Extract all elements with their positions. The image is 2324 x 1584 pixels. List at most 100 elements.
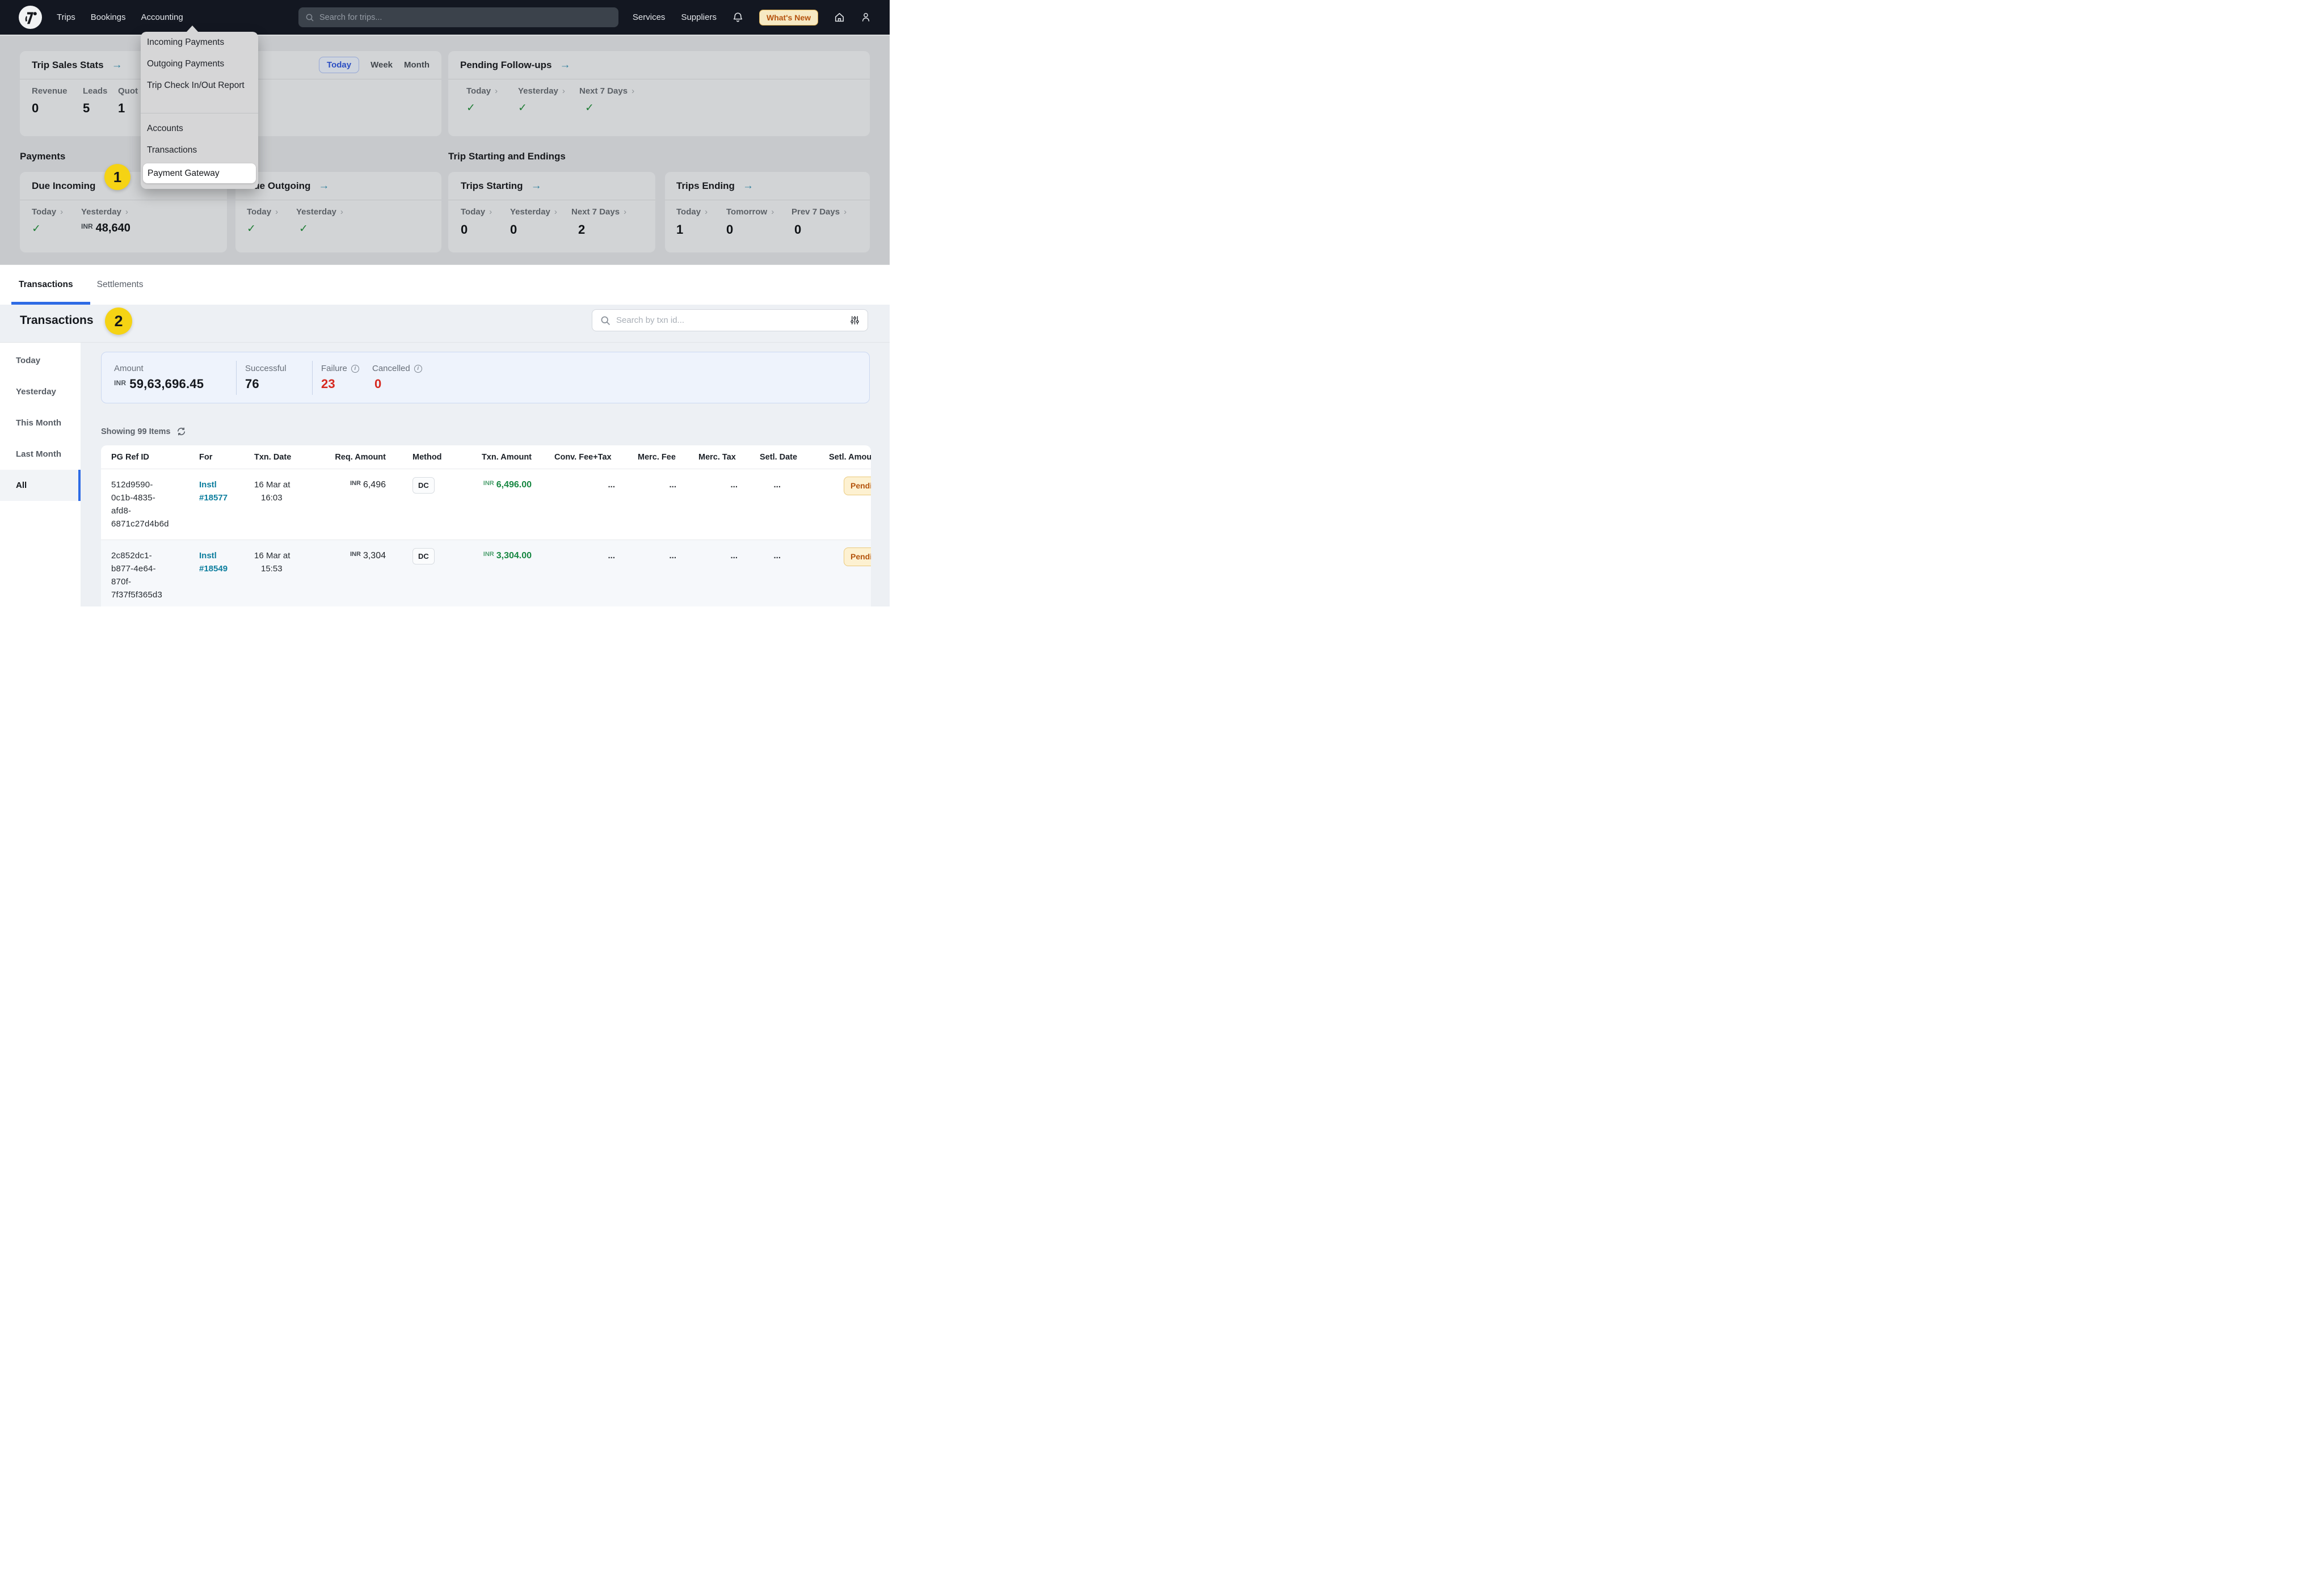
cell-merc-tax: ... [698, 478, 760, 491]
summary-card: Amount INR59,63,696.45 Successful 76 Fai… [101, 352, 870, 403]
currency-label: INR [483, 480, 494, 487]
transactions-section: Transactions 2 [0, 305, 890, 606]
col-header-method: Method [407, 453, 478, 462]
home-icon[interactable] [834, 12, 845, 23]
link-label[interactable]: Yesterday [81, 207, 121, 217]
count-value: 1 [676, 222, 726, 237]
check-icon: ✓ [32, 222, 81, 235]
trips-starting-next7days[interactable]: Next 7 Days› 2 [571, 207, 626, 237]
arrow-right-icon[interactable]: → [531, 180, 542, 192]
pg-ref-line: 6871c27d4b6d [111, 517, 199, 530]
followups-next7days[interactable]: Next 7 Days› ✓ [579, 86, 634, 115]
sidebar-item-all[interactable]: All [0, 470, 81, 501]
range-tab-week[interactable]: Week [371, 60, 393, 70]
menu-item-accounts[interactable]: Accounts [141, 118, 258, 140]
trips-starting-today[interactable]: Today› 0 [461, 207, 510, 237]
due-incoming-today[interactable]: Today› ✓ [32, 207, 81, 235]
link-label[interactable]: Today [32, 207, 56, 217]
trips-ending-today[interactable]: Today› 1 [676, 207, 726, 237]
followups-yesterday[interactable]: Yesterday› ✓ [518, 86, 579, 115]
trips-starting-yesterday[interactable]: Yesterday› 0 [510, 207, 571, 237]
filter-sliders-icon[interactable] [850, 315, 860, 325]
due-outgoing-yesterday[interactable]: Yesterday› ✓ [296, 207, 343, 235]
arrow-right-icon[interactable]: → [112, 59, 123, 71]
menu-item-outgoing-payments[interactable]: Outgoing Payments [141, 53, 258, 75]
cell-pg-ref-id: 512d9590- 0c1b-4835- afd8- 6871c27d4b6d [111, 478, 199, 530]
link-label[interactable]: Yesterday [518, 86, 558, 96]
summary-cancelled: Cancelledi 0 [372, 364, 422, 391]
sidebar-item-last-month[interactable]: Last Month [0, 439, 81, 470]
chevron-right-icon: › [771, 207, 774, 217]
info-icon[interactable]: i [351, 365, 359, 373]
link-label[interactable]: Today [461, 207, 485, 217]
link-label[interactable]: Prev 7 Days [791, 207, 840, 217]
link-label[interactable]: Tomorrow [726, 207, 767, 217]
link-label[interactable]: Today [466, 86, 491, 96]
cell-txn-amount: INR6,496.00 [478, 478, 554, 492]
pg-ref-line: 0c1b-4835- [111, 491, 199, 504]
arrow-right-icon[interactable]: → [318, 180, 329, 192]
nav-item-trips[interactable]: Trips [57, 12, 75, 22]
link-label[interactable]: Today [676, 207, 701, 217]
count-value: 0 [726, 222, 791, 237]
nav-item-suppliers[interactable]: Suppliers [681, 12, 717, 22]
table-row[interactable]: 2c852dc1- b877-4e64- 870f- 7f37f5f365d3 … [101, 540, 871, 606]
notifications-bell-icon[interactable] [732, 12, 743, 23]
sidebar-item-yesterday[interactable]: Yesterday [0, 376, 81, 407]
range-tab-month[interactable]: Month [404, 60, 430, 70]
arrow-right-icon[interactable]: → [559, 59, 570, 71]
pg-ref-line: 2c852dc1- [111, 549, 199, 562]
sidebar-item-this-month[interactable]: This Month [0, 407, 81, 439]
menu-item-transactions[interactable]: Transactions [141, 140, 258, 161]
trip-search-input[interactable] [319, 13, 612, 22]
trip-search-box[interactable] [298, 7, 618, 27]
tab-transactions[interactable]: Transactions [19, 280, 73, 290]
col-header-pg-ref-id: PG Ref ID [111, 453, 199, 462]
col-header-merc-fee: Merc. Fee [638, 453, 698, 462]
nav-item-services[interactable]: Services [633, 12, 666, 22]
link-label[interactable]: Next 7 Days [571, 207, 620, 217]
currency-label: INR [483, 551, 494, 558]
range-tab-today[interactable]: Today [319, 57, 359, 73]
link-label[interactable]: Today [247, 207, 271, 217]
col-header-conv-fee-tax: Conv. Fee+Tax [554, 453, 638, 462]
trips-ending-tomorrow[interactable]: Tomorrow › 0 [726, 207, 791, 237]
info-icon[interactable]: i [414, 365, 422, 373]
followups-today[interactable]: Today› ✓ [466, 86, 518, 115]
installment-link[interactable]: #18577 [199, 491, 254, 504]
installment-link[interactable]: Instl [199, 549, 254, 562]
due-incoming-yesterday[interactable]: Yesterday› INR48,640 [81, 207, 130, 235]
chevron-right-icon: › [125, 207, 128, 217]
link-label[interactable]: Yesterday [510, 207, 550, 217]
cell-txn-date: 16 Mar at 15:53 [254, 549, 334, 575]
arrow-right-icon[interactable]: → [743, 180, 753, 192]
tab-settlements[interactable]: Settlements [97, 280, 144, 290]
nav-item-bookings[interactable]: Bookings [91, 12, 126, 22]
stat-value: 5 [83, 101, 118, 116]
menu-item-trip-check-report[interactable]: Trip Check In/Out Report [141, 75, 258, 96]
top-nav: Trips Bookings Accounting Services Suppl… [0, 0, 890, 35]
menu-item-incoming-payments[interactable]: Incoming Payments [141, 32, 258, 53]
stat-label: Quot [118, 86, 138, 96]
method-badge: DC [412, 548, 435, 564]
installment-link[interactable]: #18549 [199, 562, 254, 575]
cell-setl-date: ... [760, 549, 829, 562]
table-row[interactable]: 512d9590- 0c1b-4835- afd8- 6871c27d4b6d … [101, 469, 871, 540]
trips-ending-prev7days[interactable]: Prev 7 Days› 0 [791, 207, 847, 237]
col-header-merc-tax: Merc. Tax [698, 453, 760, 462]
whats-new-button[interactable]: What's New [759, 10, 818, 26]
txn-search-box[interactable] [592, 309, 868, 331]
profile-icon[interactable] [861, 12, 871, 23]
link-label[interactable]: Yesterday [296, 207, 336, 217]
txn-search-input[interactable] [616, 315, 850, 325]
due-outgoing-today[interactable]: Today› ✓ [247, 207, 296, 235]
divider [236, 361, 237, 395]
refresh-icon[interactable] [176, 427, 186, 436]
sidebar-item-today[interactable]: Today [0, 345, 81, 376]
brand-logo[interactable] [19, 6, 42, 29]
installment-link[interactable]: Instl [199, 478, 254, 491]
summary-label: Cancelled [372, 364, 410, 373]
menu-item-payment-gateway[interactable]: Payment Gateway [143, 163, 256, 183]
link-label[interactable]: Next 7 Days [579, 86, 628, 96]
nav-item-accounting[interactable]: Accounting [141, 12, 183, 22]
